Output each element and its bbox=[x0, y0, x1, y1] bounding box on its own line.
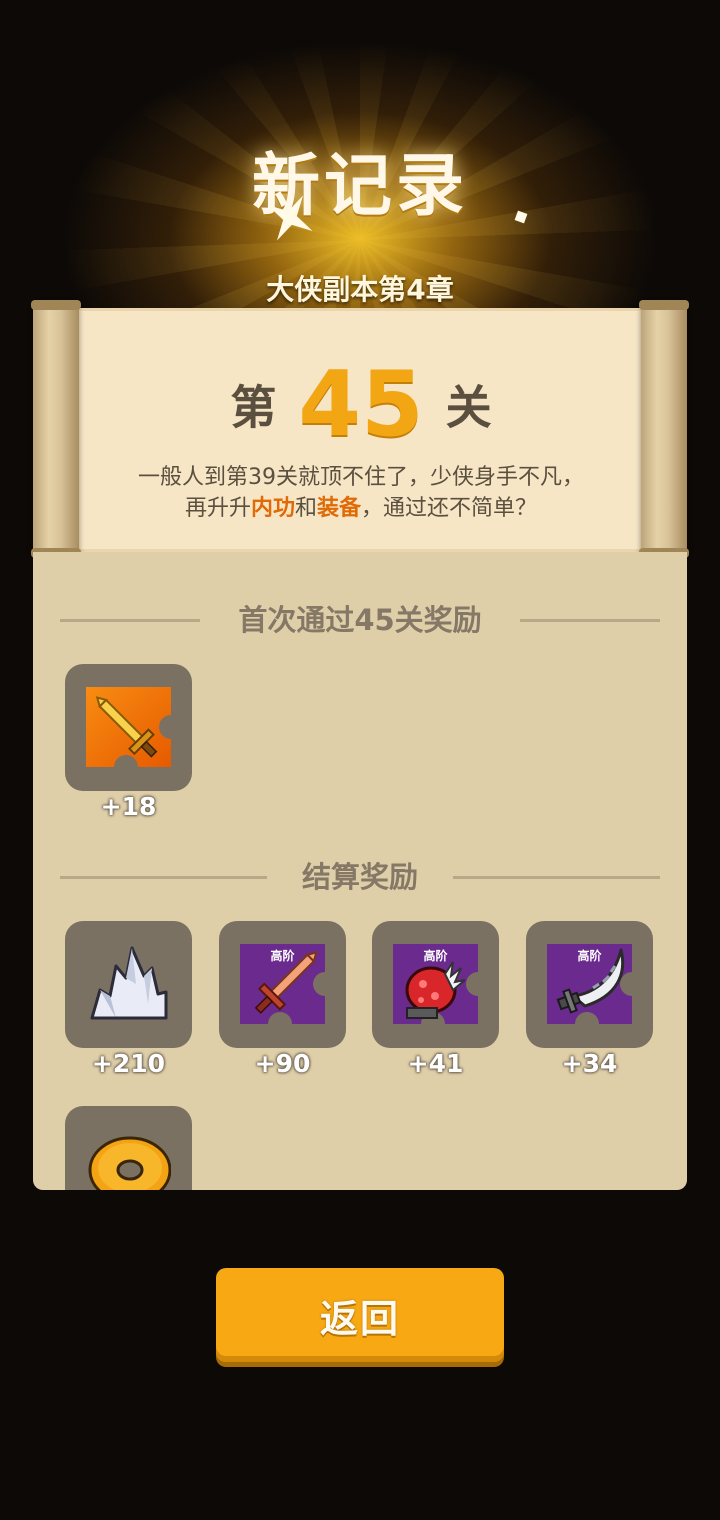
desc-text: 和 bbox=[294, 496, 317, 521]
desc-line-1: 一般人到第39关就顶不住了，少侠身手不凡， bbox=[138, 465, 584, 490]
reward-count: +210 bbox=[91, 1049, 166, 1078]
back-button[interactable]: 返回 bbox=[216, 1268, 504, 1362]
reward-panel[interactable]: 首次通过45关奖励 +18 结算奖励 +210 高阶 +90 高阶 +41 高阶… bbox=[33, 552, 687, 1190]
level-display: 第 45 关 bbox=[62, 352, 660, 457]
highlight-inner-power: 内功 bbox=[250, 496, 295, 521]
tier-badge: 高阶 bbox=[423, 949, 448, 963]
level-suffix: 关 bbox=[445, 380, 492, 435]
desc-line-2: 再升升内功和装备，通过还不简单？ bbox=[62, 493, 660, 524]
golden-sword-puzzle-icon bbox=[86, 687, 171, 767]
reward-slot[interactable] bbox=[65, 921, 192, 1048]
chapter-subtitle: 大侠副本第4章 bbox=[266, 273, 454, 306]
reward-count: +34 bbox=[561, 1049, 618, 1078]
reward-slot[interactable]: 高阶 bbox=[526, 921, 653, 1048]
reward-count: +90 bbox=[254, 1049, 311, 1078]
desc-text: 再升升 bbox=[184, 496, 251, 521]
level-number: 45 bbox=[298, 352, 424, 457]
reward-count: +18 bbox=[100, 792, 157, 821]
reward-count: +41 bbox=[407, 1049, 464, 1078]
back-button-label: 返回 bbox=[319, 1296, 400, 1341]
reward-slot[interactable] bbox=[65, 1106, 192, 1190]
tier-badge: 高阶 bbox=[577, 949, 602, 963]
first-clear-header: 首次通过45关奖励 bbox=[33, 600, 687, 640]
desc-text: ，通过还不简单？ bbox=[361, 496, 538, 521]
tier-badge: 高阶 bbox=[270, 949, 295, 963]
reward-slot[interactable]: 高阶 bbox=[372, 921, 499, 1048]
sparkle-small-icon bbox=[514, 210, 528, 224]
gold-coin-icon bbox=[88, 1136, 171, 1190]
settlement-title: 结算奖励 bbox=[301, 860, 418, 894]
reward-slot[interactable] bbox=[65, 664, 192, 791]
reward-slot[interactable]: 高阶 bbox=[219, 921, 346, 1048]
highlight-equipment: 装备 bbox=[317, 496, 362, 521]
settlement-header: 结算奖励 bbox=[33, 857, 687, 897]
new-record-title: 新记录 bbox=[251, 147, 468, 226]
sparkle-icon bbox=[267, 195, 313, 241]
first-clear-title: 首次通过45关奖励 bbox=[238, 603, 482, 637]
level-description: 一般人到第39关就顶不住了，少侠身手不凡， 再升升内功和装备，通过还不简单？ bbox=[62, 462, 660, 524]
crystal-icon bbox=[90, 946, 168, 1020]
level-prefix: 第 bbox=[230, 380, 277, 435]
